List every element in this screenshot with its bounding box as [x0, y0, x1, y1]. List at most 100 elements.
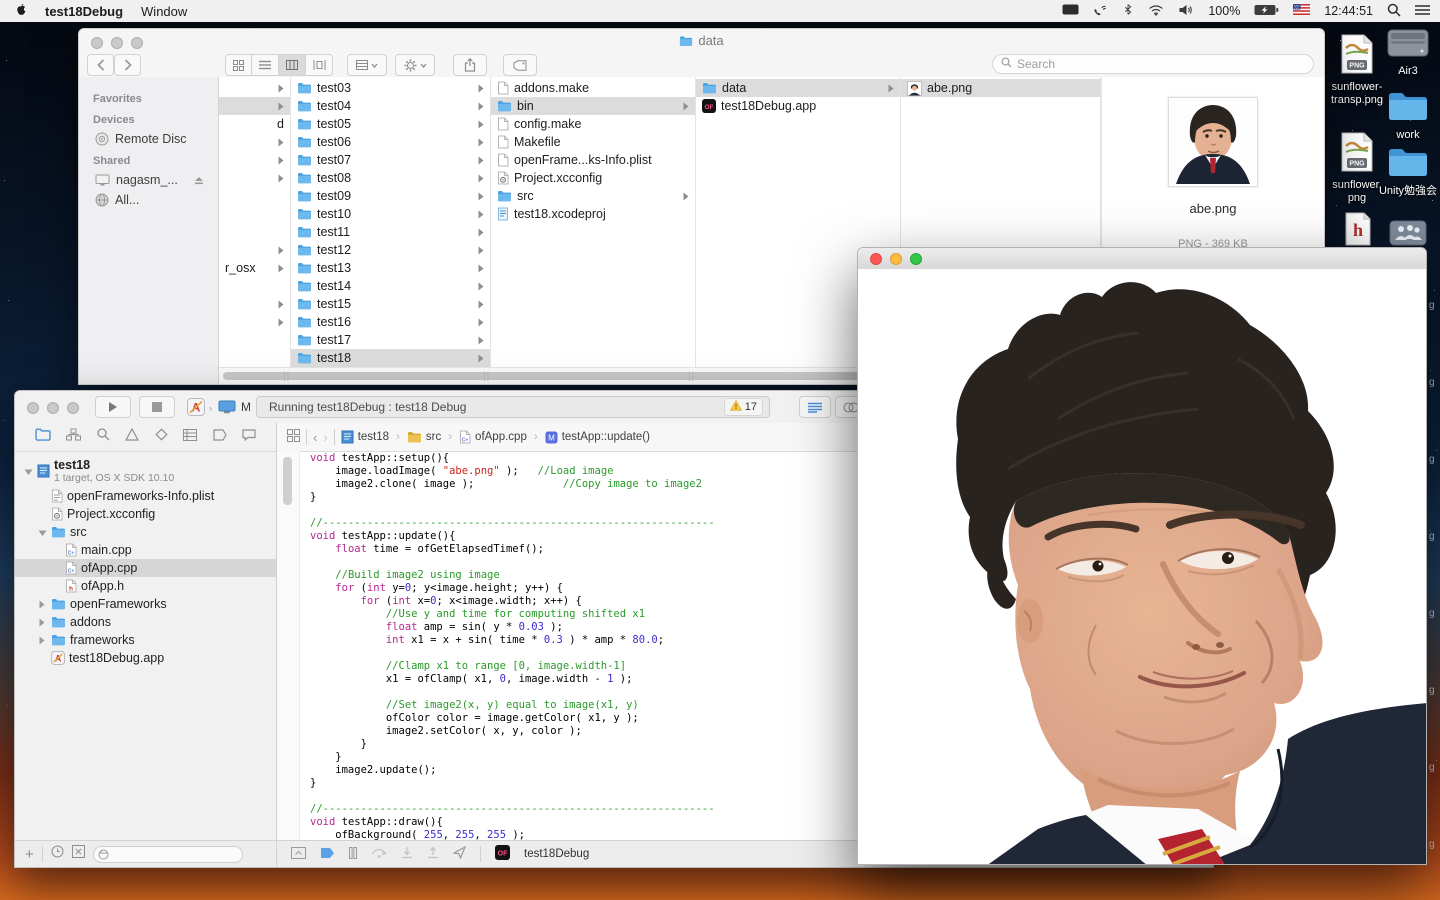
back-button[interactable] [87, 54, 114, 76]
eject-icon[interactable] [194, 173, 204, 187]
file-row-test04[interactable]: test04 [291, 97, 490, 115]
zoom-icon[interactable] [67, 402, 79, 414]
display-status-icon[interactable] [1062, 4, 1079, 18]
desktop-icon-unity勉強会[interactable]: Unity勉強会 [1378, 146, 1438, 198]
file-row[interactable] [219, 241, 290, 259]
app-titlebar[interactable] [858, 248, 1426, 270]
disclosure-icon[interactable] [37, 525, 47, 539]
add-button[interactable]: + [25, 846, 34, 863]
navigator-item-test18debug-app[interactable]: Atest18Debug.app [15, 649, 276, 667]
navigator-item-openframeworks[interactable]: openFrameworks [15, 595, 276, 613]
navigator-item-main-cpp[interactable]: C+ main.cpp [15, 541, 276, 559]
jumpbar-forward-icon[interactable]: › [323, 430, 327, 445]
standard-editor-button[interactable] [799, 396, 831, 418]
file-row-test18-xcodeproj[interactable]: test18.xcodeproj [491, 205, 695, 223]
action-gear-button[interactable] [395, 54, 435, 76]
share-button[interactable] [453, 54, 487, 76]
search-navigator-icon[interactable] [97, 428, 110, 446]
pause-execution-icon[interactable] [349, 846, 357, 862]
phone-status-icon[interactable] [1093, 3, 1108, 20]
project-navigator-icon[interactable] [35, 428, 51, 446]
run-button[interactable] [95, 396, 131, 418]
step-out-icon[interactable] [427, 845, 439, 862]
file-row-test09[interactable]: test09 [291, 187, 490, 205]
scheme-destination-label[interactable]: M [241, 400, 251, 414]
debug-navigator-icon[interactable] [183, 428, 198, 446]
navigator-item-src[interactable]: src [15, 523, 276, 541]
file-row-test07[interactable]: test07 [291, 151, 490, 169]
scm-status-icon[interactable] [71, 845, 85, 863]
disclosure-icon[interactable] [37, 597, 47, 611]
file-row[interactable] [219, 223, 290, 241]
file-row-test10[interactable]: test10 [291, 205, 490, 223]
xcode-traffic-lights[interactable] [27, 401, 87, 419]
file-row-data[interactable]: data [696, 79, 900, 97]
file-row-config-make[interactable]: config.make [491, 115, 695, 133]
active-app-menu[interactable]: test18Debug [45, 4, 123, 19]
file-row-makefile[interactable]: Makefile [491, 133, 695, 151]
forward-button[interactable] [114, 54, 141, 76]
list-view-button[interactable] [252, 54, 279, 76]
preview-thumbnail[interactable] [1168, 97, 1258, 187]
jumpbar-segment-ofapp-cpp[interactable]: C+ ofApp.cpp [459, 430, 527, 444]
file-row[interactable] [219, 151, 290, 169]
breakpoints-toggle-icon[interactable] [320, 847, 335, 862]
related-items-icon[interactable] [287, 429, 300, 445]
desktop-icon-hdoc[interactable]: h [1341, 212, 1375, 251]
file-row-test17[interactable]: test17 [291, 331, 490, 349]
file-row[interactable] [219, 133, 290, 151]
debug-process-label[interactable]: test18Debug [524, 848, 589, 860]
app-traffic-lights[interactable] [870, 252, 930, 270]
desktop-icon-sunflower-transp-png[interactable]: PNG sunflower-transp.png [1328, 34, 1386, 107]
close-icon[interactable] [27, 402, 39, 414]
disclosure-icon[interactable] [37, 633, 47, 647]
navigator-item-frameworks[interactable]: frameworks [15, 631, 276, 649]
sidebar-item-remote-disc[interactable]: Remote Disc [79, 129, 218, 149]
filter-field[interactable] [92, 845, 243, 863]
file-row-test16[interactable]: test16 [291, 313, 490, 331]
file-row[interactable] [219, 295, 290, 313]
search-field[interactable]: Search [992, 54, 1314, 74]
column-resize-handle[interactable]: || [688, 371, 695, 382]
spotlight-icon[interactable] [1387, 3, 1401, 20]
jumpbar-segment-test18[interactable]: test18 [341, 430, 389, 444]
scheme-app-icon[interactable]: A [187, 398, 205, 421]
menu-bar-clock[interactable]: 12:44:51 [1324, 4, 1373, 18]
file-row-d[interactable]: d [219, 115, 290, 133]
file-row-r-osx[interactable]: r_osx [219, 259, 290, 277]
navigator-item-project-xcconfig[interactable]: Project.xcconfig [15, 505, 276, 523]
scheme-device-icon[interactable] [218, 400, 236, 419]
minimize-icon[interactable] [890, 253, 902, 265]
file-row[interactable] [219, 277, 290, 295]
file-row-test18debug-app[interactable]: OF test18Debug.app [696, 97, 900, 115]
file-row-test14[interactable]: test14 [291, 277, 490, 295]
column-view-button[interactable] [279, 54, 306, 76]
file-row[interactable] [219, 97, 290, 115]
notification-center-icon[interactable] [1415, 4, 1430, 19]
file-row-openframe-ks-info-plist[interactable]: openFrame...ks-Info.plist [491, 151, 695, 169]
navigator-item-test18[interactable]: test18 1 target, OS X SDK 10.10 [15, 455, 276, 487]
navigator-item-openframeworks-info-plist[interactable]: openFrameworks-Info.plist [15, 487, 276, 505]
file-row-abe-png[interactable]: abe.png [901, 79, 1100, 97]
test-navigator-icon[interactable] [155, 428, 168, 446]
file-row[interactable] [219, 313, 290, 331]
column-resize-handle[interactable]: || [283, 371, 290, 382]
file-row[interactable] [219, 205, 290, 223]
arrange-button[interactable] [347, 54, 387, 76]
navigator-item-addons[interactable]: addons [15, 613, 276, 631]
icon-view-button[interactable] [225, 54, 252, 76]
file-row-addons-make[interactable]: addons.make [491, 79, 695, 97]
coverflow-view-button[interactable] [306, 54, 333, 76]
bluetooth-icon[interactable] [1122, 2, 1134, 20]
file-row-src[interactable]: src [491, 187, 695, 205]
disclosure-icon[interactable] [23, 464, 33, 478]
close-icon[interactable] [870, 253, 882, 265]
jumpbar-segment-src[interactable]: src [407, 431, 441, 443]
sidebar-item-nagasm-[interactable]: nagasm_... [79, 170, 218, 190]
tag-button[interactable] [503, 54, 537, 76]
volume-icon[interactable] [1178, 3, 1194, 20]
disclosure-icon[interactable] [37, 615, 47, 629]
file-row-test18[interactable]: test18 [291, 349, 490, 367]
zoom-icon[interactable] [910, 253, 922, 265]
jumpbar-segment-testapp-update-[interactable]: MtestApp::update() [545, 431, 650, 444]
